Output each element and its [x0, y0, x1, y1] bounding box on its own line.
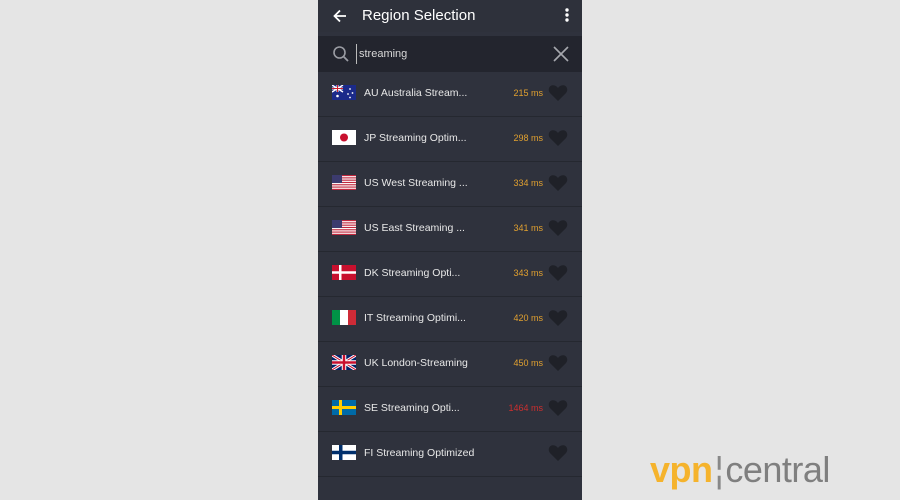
- region-row[interactable]: IT Streaming Optimi... 420 ms: [318, 297, 582, 342]
- region-name: US East Streaming ...: [364, 222, 465, 234]
- flag-jp-icon: [332, 130, 356, 145]
- heart-favorite-icon[interactable]: [548, 84, 568, 102]
- page-title: Region Selection: [362, 7, 476, 24]
- heart-favorite-icon[interactable]: [548, 174, 568, 192]
- heart-favorite-icon[interactable]: [548, 129, 568, 147]
- region-name: US West Streaming ...: [364, 177, 468, 189]
- region-row[interactable]: US East Streaming ... 341 ms: [318, 207, 582, 252]
- latency-value: 1464 ms: [508, 403, 543, 413]
- heart-favorite-icon[interactable]: [548, 264, 568, 282]
- region-name: AU Australia Stream...: [364, 87, 468, 99]
- latency-value: 450 ms: [513, 358, 543, 368]
- region-row[interactable]: SE Streaming Opti... 1464 ms: [318, 387, 582, 432]
- latency-value: 215 ms: [513, 88, 543, 98]
- app-screen: Region Selection AU Australia Stream... 2…: [318, 0, 582, 500]
- flag-se-icon: [332, 400, 356, 415]
- region-list: AU Australia Stream... 215 ms JP Streaming…: [318, 72, 582, 477]
- top-bar: Region Selection: [318, 0, 582, 32]
- heart-favorite-icon[interactable]: [548, 399, 568, 417]
- region-name: DK Streaming Opti...: [364, 267, 461, 279]
- vpncentral-watermark: vpn¦central: [650, 450, 830, 490]
- region-name: FI Streaming Optimized: [364, 447, 475, 459]
- back-arrow-icon[interactable]: [330, 6, 350, 26]
- flag-au-icon: [332, 85, 356, 100]
- region-row[interactable]: UK London-Streaming 450 ms: [318, 342, 582, 387]
- latency-value: 298 ms: [513, 133, 543, 143]
- flag-us-icon: [332, 220, 356, 235]
- region-row[interactable]: DK Streaming Opti... 343 ms: [318, 252, 582, 297]
- flag-fi-icon: [332, 445, 356, 460]
- flag-dk-icon: [332, 265, 356, 280]
- heart-favorite-icon[interactable]: [548, 354, 568, 372]
- region-name: UK London-Streaming: [364, 357, 468, 369]
- more-options-icon[interactable]: [562, 6, 572, 26]
- region-name: JP Streaming Optim...: [364, 132, 467, 144]
- close-icon[interactable]: [552, 45, 570, 63]
- region-row[interactable]: AU Australia Stream... 215 ms: [318, 72, 582, 117]
- latency-value: 334 ms: [513, 178, 543, 188]
- region-row[interactable]: FI Streaming Optimized: [318, 432, 582, 477]
- region-row[interactable]: US West Streaming ... 334 ms: [318, 162, 582, 207]
- region-name: SE Streaming Opti...: [364, 402, 460, 414]
- latency-value: 420 ms: [513, 313, 543, 323]
- flag-uk-icon: [332, 355, 356, 370]
- search-input[interactable]: [356, 44, 549, 64]
- watermark-vpn: vpn: [650, 449, 713, 490]
- heart-favorite-icon[interactable]: [548, 309, 568, 327]
- heart-favorite-icon[interactable]: [548, 444, 568, 462]
- latency-value: 341 ms: [513, 223, 543, 233]
- heart-favorite-icon[interactable]: [548, 219, 568, 237]
- flag-us-icon: [332, 175, 356, 190]
- flag-it-icon: [332, 310, 356, 325]
- search-icon: [333, 46, 349, 62]
- region-row[interactable]: JP Streaming Optim... 298 ms: [318, 117, 582, 162]
- watermark-divider: ¦: [714, 449, 724, 490]
- region-name: IT Streaming Optimi...: [364, 312, 466, 324]
- latency-value: 343 ms: [513, 268, 543, 278]
- search-bar: [318, 36, 582, 72]
- watermark-central: central: [725, 449, 830, 490]
